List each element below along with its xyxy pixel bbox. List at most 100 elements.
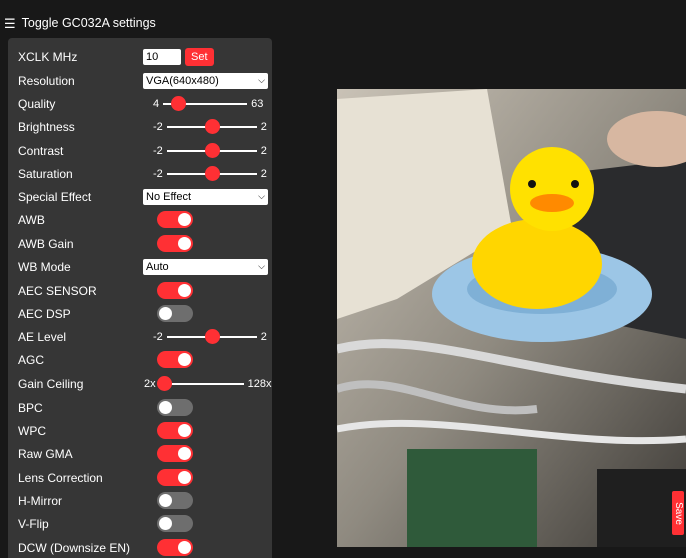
contrast-slider-thumb[interactable] [204, 142, 220, 158]
wpc-row: WPC [8, 419, 272, 442]
quality-slider-thumb[interactable] [171, 95, 187, 111]
saturation-slider-thumb[interactable] [204, 165, 220, 181]
brightness-max: 2 [260, 120, 267, 133]
wpc-label: WPC [18, 423, 46, 438]
special-effect-select[interactable]: No Effect ⌵ [143, 188, 268, 205]
raw-gma-toggle[interactable] [157, 445, 193, 462]
brightness-row: Brightness -2 2 [8, 115, 272, 138]
resolution-row: Resolution VGA(640x480) ⌵ [8, 69, 272, 92]
aec-sensor-toggle[interactable] [157, 282, 193, 299]
xclk-set-button[interactable]: Set [185, 47, 214, 66]
brightness-slider-thumb[interactable] [204, 118, 220, 134]
hmirror-label: H-Mirror [18, 493, 62, 508]
awb-label: AWB [18, 212, 45, 227]
awb-gain-label: AWB Gain [18, 236, 74, 251]
brightness-slider[interactable] [166, 118, 257, 134]
toggle-knob [178, 541, 191, 554]
contrast-label: Contrast [18, 143, 64, 158]
xclk-row: XCLK MHz Set [8, 45, 272, 68]
bpc-label: BPC [18, 400, 43, 415]
toggle-knob [159, 494, 172, 507]
ae-level-max: 2 [260, 330, 267, 343]
awb-gain-row: AWB Gain [8, 232, 272, 255]
save-button[interactable]: Save [672, 491, 684, 535]
wb-mode-select[interactable]: Auto ⌵ [143, 258, 268, 275]
toggle-knob [159, 307, 172, 320]
gain-ceiling-slider[interactable] [156, 375, 244, 391]
contrast-min: -2 [153, 144, 163, 157]
toggle-knob [178, 471, 191, 484]
wpc-toggle[interactable] [157, 422, 193, 439]
wb-mode-row: WB Mode Auto ⌵ [8, 255, 272, 278]
hmirror-row: H-Mirror [8, 489, 272, 512]
saturation-min: -2 [153, 167, 163, 180]
ae-level-slider[interactable] [166, 328, 257, 344]
aec-dsp-row: AEC DSP [8, 302, 272, 325]
toggle-knob [178, 447, 191, 460]
saturation-label: Saturation [18, 166, 73, 181]
awb-gain-toggle[interactable] [157, 235, 193, 252]
aec-sensor-row: AEC SENSOR [8, 279, 272, 302]
awb-row: AWB [8, 208, 272, 231]
chevron-down-icon: ⌵ [258, 75, 265, 85]
vflip-label: V-Flip [18, 516, 49, 531]
camera-stream-image: Save [337, 89, 686, 547]
agc-toggle[interactable] [157, 351, 193, 368]
agc-label: AGC [18, 352, 45, 367]
gain-ceiling-label: Gain Ceiling [18, 376, 84, 391]
hamburger-icon: ☰ [4, 15, 16, 31]
gain-ceiling-slider-thumb[interactable] [156, 375, 172, 391]
lens-correction-row: Lens Correction [8, 466, 272, 489]
contrast-row: Contrast -2 2 [8, 139, 272, 162]
gain-ceiling-min: 2x [144, 377, 156, 390]
brightness-min: -2 [153, 120, 163, 133]
lens-correction-toggle[interactable] [157, 469, 193, 486]
saturation-max: 2 [260, 167, 267, 180]
wb-mode-label: WB Mode [18, 259, 71, 274]
gain-ceiling-max: 128x [247, 377, 272, 390]
quality-label: Quality [18, 96, 56, 111]
vflip-row: V-Flip [8, 512, 272, 535]
ae-level-row: AE Level -2 2 [8, 325, 272, 348]
quality-slider[interactable] [163, 95, 248, 111]
contrast-slider[interactable] [166, 142, 257, 158]
saturation-slider[interactable] [166, 165, 257, 181]
xclk-label: XCLK MHz [18, 49, 78, 64]
aec-dsp-label: AEC DSP [18, 306, 71, 321]
toggle-knob [178, 353, 191, 366]
xclk-input[interactable] [143, 48, 181, 65]
lens-correction-label: Lens Correction [18, 470, 103, 485]
top-bar: ☰ Toggle GC032A settings [0, 12, 686, 34]
wb-mode-select-value: Auto [146, 260, 169, 273]
save-label: Save [672, 501, 684, 525]
awb-toggle[interactable] [157, 211, 193, 228]
quality-min: 4 [153, 97, 160, 110]
settings-toggle-label: Toggle GC032A settings [21, 16, 156, 30]
dcw-toggle[interactable] [157, 539, 193, 556]
aec-dsp-toggle[interactable] [157, 305, 193, 322]
agc-row: AGC [8, 348, 272, 371]
toggle-knob [178, 284, 191, 297]
toggle-knob [178, 213, 191, 226]
ae-level-slider-thumb[interactable] [204, 328, 220, 344]
resolution-select[interactable]: VGA(640x480) ⌵ [143, 72, 268, 89]
resolution-label: Resolution [18, 73, 75, 88]
ae-level-min: -2 [153, 330, 163, 343]
chevron-down-icon: ⌵ [258, 191, 265, 201]
saturation-row: Saturation -2 2 [8, 162, 272, 185]
raw-gma-label: Raw GMA [18, 446, 73, 461]
settings-toggle[interactable]: ☰ Toggle GC032A settings [0, 16, 156, 30]
bpc-row: BPC [8, 396, 272, 419]
toggle-knob [159, 401, 172, 414]
toggle-knob [159, 517, 172, 530]
gain-ceiling-row: Gain Ceiling 2x 128x [8, 372, 272, 395]
chevron-down-icon: ⌵ [258, 261, 265, 271]
quality-row: Quality 4 63 [8, 92, 272, 115]
vflip-toggle[interactable] [157, 515, 193, 532]
quality-max: 63 [251, 97, 264, 110]
toggle-knob [178, 424, 191, 437]
dcw-row: DCW (Downsize EN) [8, 536, 272, 558]
bpc-toggle[interactable] [157, 399, 193, 416]
hmirror-toggle[interactable] [157, 492, 193, 509]
toggle-knob [178, 237, 191, 250]
